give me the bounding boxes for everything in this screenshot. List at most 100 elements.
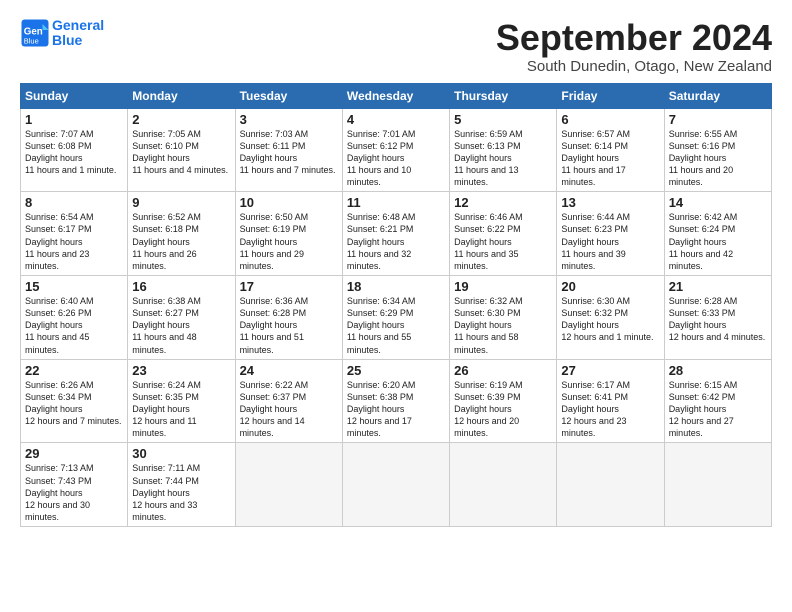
calendar-cell: 24Sunrise: 6:22 AMSunset: 6:37 PMDayligh… <box>235 359 342 443</box>
cell-info: Sunrise: 6:40 AMSunset: 6:26 PMDaylight … <box>25 295 123 356</box>
cell-info: Sunrise: 6:15 AMSunset: 6:42 PMDaylight … <box>669 379 767 440</box>
cell-info: Sunrise: 7:11 AMSunset: 7:44 PMDaylight … <box>132 462 230 523</box>
logo-area: Gen Blue General Blue <box>20 18 104 49</box>
cell-info: Sunrise: 6:59 AMSunset: 6:13 PMDaylight … <box>454 128 552 189</box>
day-number: 16 <box>132 279 230 294</box>
calendar-cell: 21Sunrise: 6:28 AMSunset: 6:33 PMDayligh… <box>664 276 771 360</box>
day-number: 10 <box>240 195 338 210</box>
day-number: 18 <box>347 279 445 294</box>
th-wednesday: Wednesday <box>342 83 449 108</box>
calendar-cell: 12Sunrise: 6:46 AMSunset: 6:22 PMDayligh… <box>450 192 557 276</box>
day-number: 2 <box>132 112 230 127</box>
day-number: 4 <box>347 112 445 127</box>
calendar-cell: 18Sunrise: 6:34 AMSunset: 6:29 PMDayligh… <box>342 276 449 360</box>
day-number: 29 <box>25 446 123 461</box>
day-number: 3 <box>240 112 338 127</box>
day-number: 7 <box>669 112 767 127</box>
th-thursday: Thursday <box>450 83 557 108</box>
cell-info: Sunrise: 6:38 AMSunset: 6:27 PMDaylight … <box>132 295 230 356</box>
calendar-cell: 13Sunrise: 6:44 AMSunset: 6:23 PMDayligh… <box>557 192 664 276</box>
calendar-cell <box>557 443 664 527</box>
logo-text: General Blue <box>52 18 104 49</box>
calendar-week-row: 22Sunrise: 6:26 AMSunset: 6:34 PMDayligh… <box>21 359 772 443</box>
day-number: 19 <box>454 279 552 294</box>
calendar-week-row: 8Sunrise: 6:54 AMSunset: 6:17 PMDaylight… <box>21 192 772 276</box>
calendar-cell: 25Sunrise: 6:20 AMSunset: 6:38 PMDayligh… <box>342 359 449 443</box>
day-number: 13 <box>561 195 659 210</box>
calendar-cell: 2Sunrise: 7:05 AMSunset: 6:10 PMDaylight… <box>128 108 235 192</box>
calendar-week-row: 15Sunrise: 6:40 AMSunset: 6:26 PMDayligh… <box>21 276 772 360</box>
cell-info: Sunrise: 6:28 AMSunset: 6:33 PMDaylight … <box>669 295 767 344</box>
calendar-cell: 27Sunrise: 6:17 AMSunset: 6:41 PMDayligh… <box>557 359 664 443</box>
calendar-cell: 20Sunrise: 6:30 AMSunset: 6:32 PMDayligh… <box>557 276 664 360</box>
calendar-cell: 30Sunrise: 7:11 AMSunset: 7:44 PMDayligh… <box>128 443 235 527</box>
calendar-cell: 22Sunrise: 6:26 AMSunset: 6:34 PMDayligh… <box>21 359 128 443</box>
day-number: 23 <box>132 363 230 378</box>
cell-info: Sunrise: 6:19 AMSunset: 6:39 PMDaylight … <box>454 379 552 440</box>
title-area: September 2024 South Dunedin, Otago, New… <box>496 18 772 75</box>
location-title: South Dunedin, Otago, New Zealand <box>496 58 772 75</box>
th-monday: Monday <box>128 83 235 108</box>
cell-info: Sunrise: 6:30 AMSunset: 6:32 PMDaylight … <box>561 295 659 344</box>
day-number: 30 <box>132 446 230 461</box>
calendar-cell: 4Sunrise: 7:01 AMSunset: 6:12 PMDaylight… <box>342 108 449 192</box>
cell-info: Sunrise: 6:26 AMSunset: 6:34 PMDaylight … <box>25 379 123 428</box>
cell-info: Sunrise: 6:36 AMSunset: 6:28 PMDaylight … <box>240 295 338 356</box>
day-number: 21 <box>669 279 767 294</box>
calendar-cell: 9Sunrise: 6:52 AMSunset: 6:18 PMDaylight… <box>128 192 235 276</box>
calendar-cell: 17Sunrise: 6:36 AMSunset: 6:28 PMDayligh… <box>235 276 342 360</box>
day-number: 8 <box>25 195 123 210</box>
day-number: 11 <box>347 195 445 210</box>
th-tuesday: Tuesday <box>235 83 342 108</box>
cell-info: Sunrise: 6:54 AMSunset: 6:17 PMDaylight … <box>25 211 123 272</box>
cell-info: Sunrise: 6:52 AMSunset: 6:18 PMDaylight … <box>132 211 230 272</box>
day-number: 12 <box>454 195 552 210</box>
day-number: 15 <box>25 279 123 294</box>
calendar-week-row: 29Sunrise: 7:13 AMSunset: 7:43 PMDayligh… <box>21 443 772 527</box>
calendar-cell <box>664 443 771 527</box>
calendar-cell: 14Sunrise: 6:42 AMSunset: 6:24 PMDayligh… <box>664 192 771 276</box>
cell-info: Sunrise: 7:13 AMSunset: 7:43 PMDaylight … <box>25 462 123 523</box>
cell-info: Sunrise: 6:46 AMSunset: 6:22 PMDaylight … <box>454 211 552 272</box>
logo-icon: Gen Blue <box>20 18 50 48</box>
th-friday: Friday <box>557 83 664 108</box>
cell-info: Sunrise: 6:57 AMSunset: 6:14 PMDaylight … <box>561 128 659 189</box>
day-number: 5 <box>454 112 552 127</box>
svg-text:Blue: Blue <box>24 37 39 46</box>
cell-info: Sunrise: 7:07 AMSunset: 6:08 PMDaylight … <box>25 128 123 177</box>
cell-info: Sunrise: 7:03 AMSunset: 6:11 PMDaylight … <box>240 128 338 177</box>
th-sunday: Sunday <box>21 83 128 108</box>
header-row: Sunday Monday Tuesday Wednesday Thursday… <box>21 83 772 108</box>
day-number: 14 <box>669 195 767 210</box>
cell-info: Sunrise: 6:42 AMSunset: 6:24 PMDaylight … <box>669 211 767 272</box>
day-number: 24 <box>240 363 338 378</box>
cell-info: Sunrise: 7:01 AMSunset: 6:12 PMDaylight … <box>347 128 445 189</box>
header-area: Gen Blue General Blue September 2024 Sou… <box>20 18 772 75</box>
cell-info: Sunrise: 6:48 AMSunset: 6:21 PMDaylight … <box>347 211 445 272</box>
day-number: 22 <box>25 363 123 378</box>
calendar-week-row: 1Sunrise: 7:07 AMSunset: 6:08 PMDaylight… <box>21 108 772 192</box>
calendar-cell: 23Sunrise: 6:24 AMSunset: 6:35 PMDayligh… <box>128 359 235 443</box>
cell-info: Sunrise: 6:50 AMSunset: 6:19 PMDaylight … <box>240 211 338 272</box>
calendar-cell <box>342 443 449 527</box>
calendar-cell: 15Sunrise: 6:40 AMSunset: 6:26 PMDayligh… <box>21 276 128 360</box>
calendar-cell: 6Sunrise: 6:57 AMSunset: 6:14 PMDaylight… <box>557 108 664 192</box>
day-number: 25 <box>347 363 445 378</box>
calendar-cell: 5Sunrise: 6:59 AMSunset: 6:13 PMDaylight… <box>450 108 557 192</box>
cell-info: Sunrise: 6:34 AMSunset: 6:29 PMDaylight … <box>347 295 445 356</box>
cell-info: Sunrise: 7:05 AMSunset: 6:10 PMDaylight … <box>132 128 230 177</box>
calendar-cell: 1Sunrise: 7:07 AMSunset: 6:08 PMDaylight… <box>21 108 128 192</box>
cell-info: Sunrise: 6:32 AMSunset: 6:30 PMDaylight … <box>454 295 552 356</box>
calendar-cell: 29Sunrise: 7:13 AMSunset: 7:43 PMDayligh… <box>21 443 128 527</box>
day-number: 27 <box>561 363 659 378</box>
cell-info: Sunrise: 6:24 AMSunset: 6:35 PMDaylight … <box>132 379 230 440</box>
calendar-cell <box>235 443 342 527</box>
day-number: 9 <box>132 195 230 210</box>
cell-info: Sunrise: 6:17 AMSunset: 6:41 PMDaylight … <box>561 379 659 440</box>
calendar-cell: 3Sunrise: 7:03 AMSunset: 6:11 PMDaylight… <box>235 108 342 192</box>
day-number: 1 <box>25 112 123 127</box>
cell-info: Sunrise: 6:22 AMSunset: 6:37 PMDaylight … <box>240 379 338 440</box>
calendar-cell: 11Sunrise: 6:48 AMSunset: 6:21 PMDayligh… <box>342 192 449 276</box>
calendar-cell: 16Sunrise: 6:38 AMSunset: 6:27 PMDayligh… <box>128 276 235 360</box>
day-number: 20 <box>561 279 659 294</box>
